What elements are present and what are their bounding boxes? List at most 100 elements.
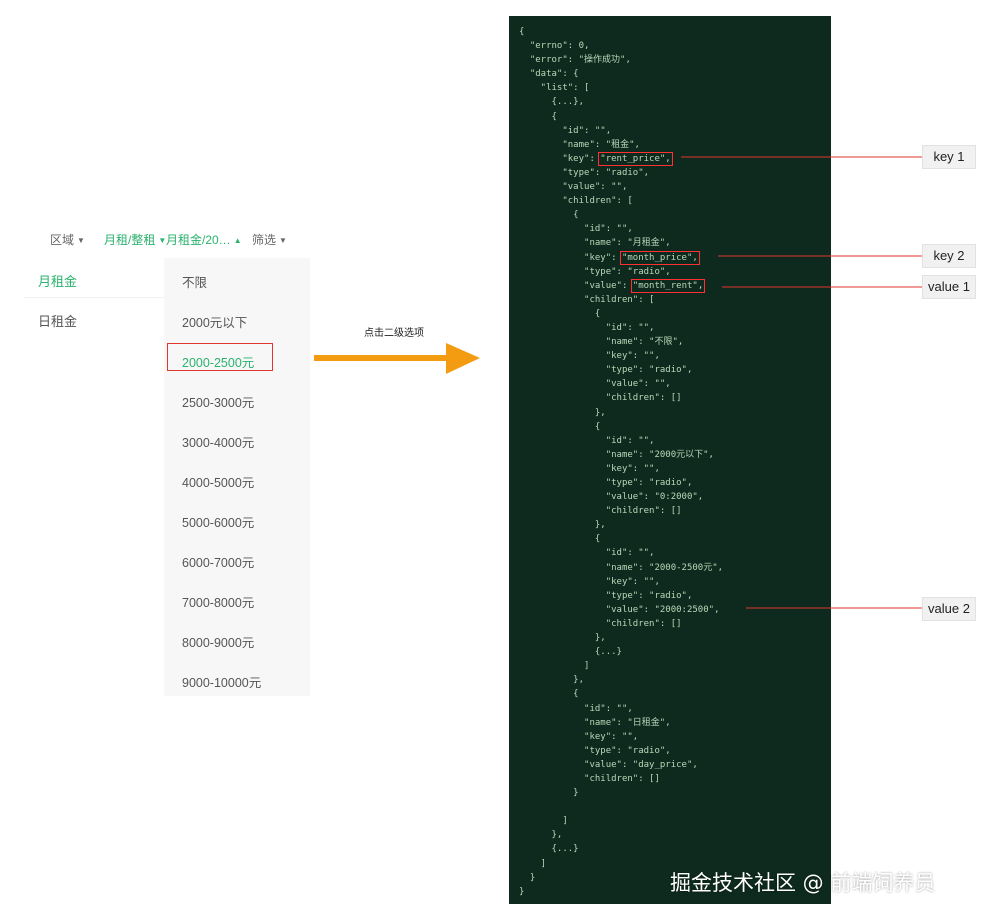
code-line: "type": "radio", [519,745,671,756]
code-line: "name": "租金", [519,139,640,150]
code-line: "type": "radio", [519,266,671,277]
secondary-option[interactable]: 9000-10000元 [182,672,261,691]
code-line: } [519,788,579,799]
code-line: "value": "", [519,182,628,193]
secondary-option[interactable]: 4000-5000元 [182,472,254,491]
code-highlight: "month_rent", [630,278,706,293]
code-line: { [519,27,525,37]
filter-tab-price[interactable]: 月租金/20… ▲ [166,231,242,248]
code-line: { [519,421,601,432]
code-line: "children": [] [519,393,682,404]
code-line: "id": "", [519,548,655,559]
callout-key2: key 2 [922,244,976,268]
chevron-down-icon: ▼ [77,236,85,245]
filter-tab-more[interactable]: 筛选 ▼ [252,231,287,248]
code-line: "key": "", [519,463,660,474]
filter-tab-price-label: 月租金/20… [166,233,231,247]
callout-value2: value 2 [922,597,976,621]
code-line: { [519,534,601,545]
code-highlight: "month_price", [619,250,700,265]
filter-bar: 区域 ▼ 月租/整租 ▼ 月租金/20… ▲ 筛选 ▼ [24,225,310,253]
filter-tab-rent-type-label: 月租/整租 [104,233,156,247]
filter-tab-area-label: 区域 [50,233,75,247]
code-line: {...} [519,647,622,658]
code-line: "children": [] [519,773,660,784]
code-line: "key": "", [519,731,639,742]
code-line: "type": "radio", [519,167,650,178]
code-line: "children": [] [519,506,682,517]
secondary-option[interactable]: 5000-6000元 [182,512,254,531]
chevron-down-icon: ▼ [279,236,287,245]
secondary-option[interactable]: 2000元以下 [182,312,247,331]
code-line: "children": [ [519,196,633,207]
code-line: }, [519,407,606,418]
code-line: { [519,689,579,700]
code-line: "id": "", [519,125,612,136]
code-line: "value": "month_rent", [519,278,706,293]
code-line: }, [519,633,606,644]
code-line: }, [519,520,606,531]
code-line: "key": "rent_price", [519,151,673,166]
code-line: "list": [ [519,83,590,94]
callout-key1: key 1 [922,145,976,169]
secondary-option[interactable]: 3000-4000元 [182,432,254,451]
secondary-option[interactable]: 不限 [182,272,207,291]
caption: 点击二级选项 [364,328,424,339]
code-line: "value": "0:2000", [519,492,704,503]
code-line: "value": "day_price", [519,759,698,770]
code-line: {...}, [519,97,585,108]
secondary-option[interactable]: 8000-9000元 [182,632,254,651]
selection-highlight-box [167,343,273,371]
divider [24,297,164,298]
filter-tab-rent-type[interactable]: 月租/整租 ▼ [104,231,166,248]
code-line: "name": "日租金", [519,717,671,728]
code-line: "name": "月租金", [519,238,671,249]
code-line: "type": "radio", [519,365,693,376]
code-line: "name": "不限", [519,337,684,348]
filter-tab-area[interactable]: 区域 ▼ [50,231,85,248]
code-line: ] [519,816,568,827]
json-code: { "errno": 0, "error": "操作成功", "data": {… [519,25,723,899]
code-line: "id": "", [519,703,633,714]
code-line: { [519,111,557,122]
primary-options: 月租金 日租金 [24,258,164,696]
json-code-panel: { "errno": 0, "error": "操作成功", "data": {… [509,16,831,904]
price-dropdown: 月租金 日租金 不限 2000元以下 2000-2500元 2500-3000元… [24,258,310,696]
secondary-option[interactable]: 2500-3000元 [182,392,254,411]
code-line: "id": "", [519,435,655,446]
secondary-option[interactable]: 7000-8000元 [182,592,254,611]
arrow-right-icon [314,343,480,374]
primary-option-daily[interactable]: 日租金 [38,311,77,330]
code-line: "type": "radio", [519,590,693,601]
code-line: }, [519,675,585,686]
callout-value1: value 1 [922,275,976,299]
code-line: "key": "month_price", [519,250,700,265]
filter-tab-more-label: 筛选 [252,233,277,247]
secondary-option[interactable]: 6000-7000元 [182,552,254,571]
code-line: "name": "2000元以下", [519,449,714,460]
code-line: {...} [519,844,579,855]
code-line: { [519,210,579,221]
code-line: "errno": 0, [519,41,590,52]
code-line: "key": "", [519,576,660,587]
code-line: "value": "", [519,379,671,390]
code-line: "children": [ [519,294,655,305]
code-line: "value": "2000:2500", [519,604,720,615]
watermark: 掘金技术社区 @ 前端饲养员 [670,871,936,895]
code-highlight: "rent_price", [598,151,673,166]
code-line: }, [519,830,563,841]
code-line: "id": "", [519,322,655,333]
code-line: ] [519,661,590,672]
primary-option-monthly[interactable]: 月租金 [38,271,77,290]
code-line: { [519,308,601,319]
code-line: "children": [] [519,618,682,629]
code-line: "id": "", [519,224,633,235]
code-line: "error": "操作成功", [519,55,631,66]
code-line: "data": { [519,69,579,80]
code-line: "key": "", [519,351,660,362]
code-line: "name": "2000-2500元", [519,562,724,573]
chevron-up-icon: ▲ [233,236,242,245]
code-line: "type": "radio", [519,478,693,488]
secondary-options: 不限 2000元以下 2000-2500元 2500-3000元 3000-40… [164,258,310,696]
